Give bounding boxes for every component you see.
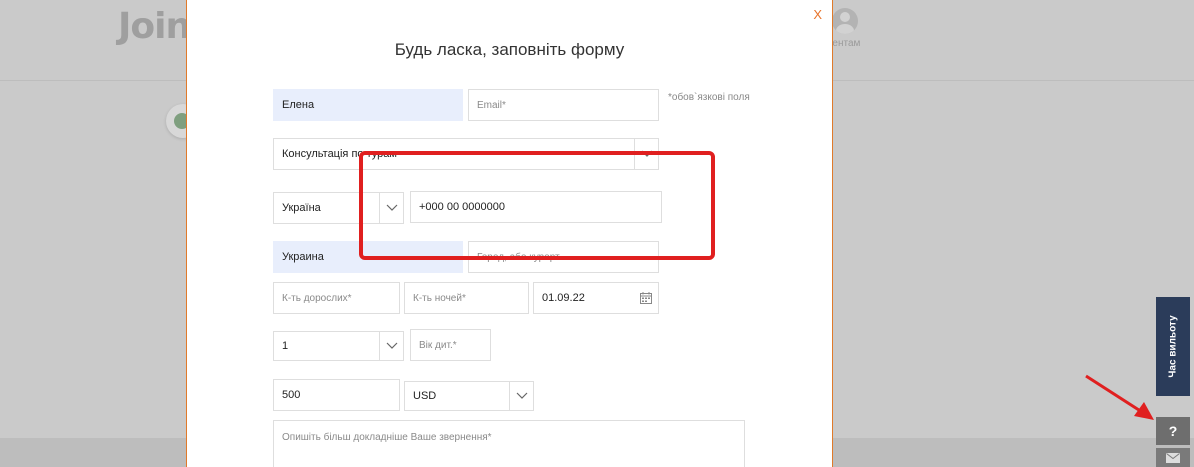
name-field[interactable]: Елена bbox=[273, 89, 463, 121]
chevron-down-icon bbox=[379, 193, 403, 223]
country-value: Украина bbox=[282, 251, 324, 263]
adults-placeholder: К-ть дорослих* bbox=[282, 292, 352, 304]
email-field[interactable]: Email* bbox=[468, 89, 659, 121]
currency-select[interactable]: USD bbox=[404, 381, 534, 411]
message-textarea[interactable]: Опишіть більш докладніше Ваше звернення* bbox=[273, 420, 745, 467]
help-button[interactable]: ? bbox=[1156, 417, 1190, 445]
modal-title: Будь ласка, заповніть форму bbox=[394, 40, 625, 59]
city-field[interactable]: Город, або курорт bbox=[468, 241, 659, 273]
country-field[interactable]: Украина bbox=[273, 241, 463, 273]
name-value: Елена bbox=[282, 99, 315, 111]
calendar-icon[interactable] bbox=[640, 292, 652, 304]
required-note: *обов`язкові поля bbox=[668, 92, 750, 103]
email-placeholder: Email* bbox=[477, 99, 506, 111]
child-age-field[interactable]: Вік дит.* bbox=[410, 329, 491, 361]
site-logo: Join bbox=[118, 6, 191, 47]
date-value: 01.09.22 bbox=[542, 292, 585, 304]
budget-value: 500 bbox=[282, 389, 301, 401]
service-select[interactable]: Консультація по турам bbox=[273, 138, 659, 170]
departure-time-tab[interactable]: Час вильоту bbox=[1156, 297, 1190, 396]
chevron-down-icon bbox=[379, 332, 403, 360]
nights-placeholder: К-ть ночей* bbox=[413, 292, 466, 304]
service-value: Консультація по турам bbox=[282, 148, 397, 160]
agents-link: гентам bbox=[829, 38, 861, 49]
children-select[interactable]: 1 bbox=[273, 331, 404, 361]
chevron-down-icon bbox=[509, 382, 533, 410]
city-placeholder: Город, або курорт bbox=[477, 251, 560, 263]
adults-field[interactable]: К-ть дорослих* bbox=[273, 282, 400, 314]
child-age-placeholder: Вік дит.* bbox=[419, 339, 457, 351]
chevron-down-icon bbox=[634, 139, 658, 169]
phone-country-select[interactable]: Україна bbox=[273, 192, 404, 224]
date-field[interactable]: 01.09.22 bbox=[533, 282, 659, 314]
currency-value: USD bbox=[413, 390, 437, 402]
nights-field[interactable]: К-ть ночей* bbox=[404, 282, 529, 314]
question-icon: ? bbox=[1168, 423, 1178, 439]
mail-icon bbox=[1166, 452, 1180, 463]
mail-button[interactable] bbox=[1156, 448, 1190, 467]
user-avatar-icon bbox=[832, 8, 858, 34]
phone-country-value: Україна bbox=[282, 202, 321, 214]
children-value: 1 bbox=[282, 340, 289, 352]
phone-value: +000 00 0000000 bbox=[419, 201, 505, 213]
message-placeholder: Опишіть більш докладніше Ваше звернення* bbox=[282, 432, 492, 443]
budget-field[interactable]: 500 bbox=[273, 379, 400, 411]
departure-time-label: Час вильоту bbox=[1167, 315, 1179, 378]
phone-field[interactable]: +000 00 0000000 bbox=[410, 191, 662, 223]
close-button[interactable]: X bbox=[813, 7, 822, 22]
